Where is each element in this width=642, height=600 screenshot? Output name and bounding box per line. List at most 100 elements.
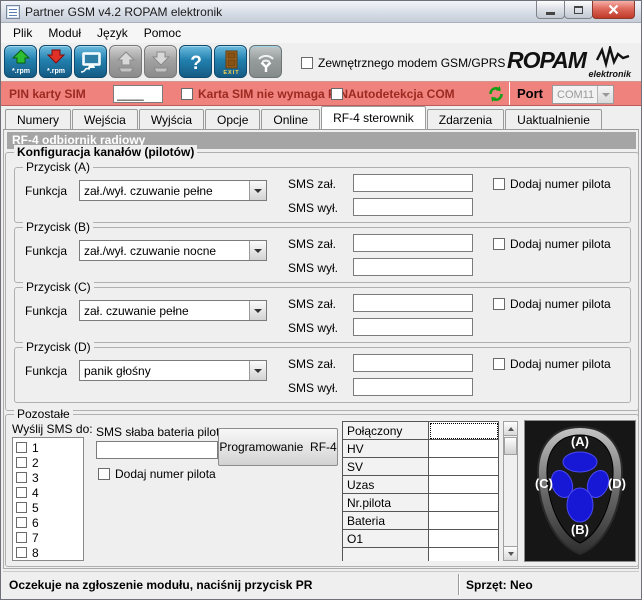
status-value[interactable] (429, 440, 499, 458)
checkbox-box (16, 547, 27, 558)
send-sms-label: Wyślij SMS do: (12, 422, 93, 436)
wifi-button[interactable] (249, 45, 282, 78)
sms-on-label: SMS zał. (288, 177, 336, 191)
sms-on-input-a[interactable] (353, 174, 473, 192)
status-value[interactable] (429, 422, 499, 440)
funkcja-select-d[interactable]: panik głośny (79, 360, 267, 381)
checkbox-box (16, 487, 27, 498)
tab-online[interactable]: Online (261, 109, 320, 130)
port-value: COM11 (557, 89, 594, 101)
sms-on-input-c[interactable] (353, 294, 473, 312)
status-value[interactable] (429, 530, 499, 548)
exit-button[interactable]: EXIT (214, 45, 247, 78)
title-bar[interactable]: Partner GSM v4.2 ROPAM elektronik (1, 1, 641, 23)
tab-wyjscia[interactable]: Wyjścia (139, 109, 204, 130)
sms-on-input-d[interactable] (353, 354, 473, 372)
checkbox-box (16, 517, 27, 528)
maximize-button[interactable] (564, 1, 593, 19)
divider (458, 574, 459, 595)
menu-jezyk[interactable]: Język (89, 24, 136, 42)
tab-opcje[interactable]: Opcje (205, 109, 260, 130)
svg-text:?: ? (190, 53, 202, 74)
sms-number-label: 6 (32, 516, 39, 530)
remote-button-b (567, 488, 593, 522)
menu-modul[interactable]: Moduł (40, 24, 89, 42)
minimize-button[interactable] (536, 1, 565, 19)
tab-wejscia[interactable]: Wejścia (72, 109, 138, 130)
svg-text:*.rpm: *.rpm (12, 68, 30, 75)
status-value[interactable] (429, 458, 499, 476)
sms-on-input-b[interactable] (353, 234, 473, 252)
sms-off-input-d[interactable] (353, 378, 473, 396)
bottom-group-title: Pozostałe (14, 407, 73, 421)
sms-number-1-checkbox[interactable]: 1 (16, 440, 83, 455)
tab-rf4-sterownik[interactable]: RF-4 sterownik (321, 106, 426, 130)
open-rpm-button[interactable]: *.rpm (4, 45, 37, 78)
save-rpm-button[interactable]: *.rpm (39, 45, 72, 78)
funkcja-select-a[interactable]: zał./wył. czuwanie pełne (79, 180, 267, 201)
add-pilot-label: Dodaj numer pilota (510, 297, 611, 311)
sms-off-input-a[interactable] (353, 198, 473, 216)
ropam-logo-image: ROPAM elektronik (505, 46, 633, 79)
scrollbar-thumb[interactable] (504, 437, 517, 455)
add-pilot-checkbox-c[interactable]: Dodaj numer pilota (493, 297, 611, 311)
scroll-up-button[interactable] (504, 422, 517, 436)
upload-arrow-icon (113, 49, 139, 75)
add-pilot-checkbox-d[interactable]: Dodaj numer pilota (493, 357, 611, 371)
tab-zdarzenia[interactable]: Zdarzenia (427, 109, 504, 130)
menu-plik[interactable]: Plik (5, 24, 40, 42)
checkbox-box (181, 88, 193, 100)
sms-off-input-b[interactable] (353, 258, 473, 276)
sms-number-label: 7 (32, 531, 39, 545)
sms-number-4-checkbox[interactable]: 4 (16, 485, 83, 500)
status-value[interactable] (429, 512, 499, 530)
funkcja-select-c[interactable]: zał. czuwanie pełne (79, 300, 267, 321)
sms-number-7-checkbox[interactable]: 7 (16, 530, 83, 545)
pin-bar: PIN karty SIM Karta SIM nie wymaga PIN A… (1, 81, 641, 106)
autodetect-label: Autodetekcja COM (348, 87, 455, 101)
close-button[interactable] (592, 1, 635, 19)
status-value[interactable] (429, 476, 499, 494)
table-row: Połączony (343, 422, 499, 440)
connect-module-button[interactable] (74, 45, 107, 78)
sms-number-2-checkbox[interactable]: 2 (16, 455, 83, 470)
sms-off-label: SMS wył. (288, 201, 338, 215)
no-pin-checkbox[interactable]: Karta SIM nie wymaga PIN (181, 87, 348, 101)
add-pilot-label: Dodaj numer pilota (115, 467, 216, 481)
checkbox-box (493, 238, 505, 250)
status-message: Oczekuje na zgłoszenie modułu, naciśnij … (9, 578, 312, 592)
help-button[interactable]: ? (179, 45, 212, 78)
sms-number-8-checkbox[interactable]: 8 (16, 545, 83, 560)
table-row: O1 (343, 530, 499, 548)
add-pilot-checkbox-battery[interactable]: Dodaj numer pilota (98, 467, 216, 481)
tab-uaktualnienie[interactable]: Uaktualnienie (505, 109, 602, 130)
status-label: Bateria (343, 512, 429, 530)
scroll-down-button[interactable] (504, 546, 517, 560)
window-title: Partner GSM v4.2 ROPAM elektronik (25, 5, 222, 19)
add-pilot-checkbox-b[interactable]: Dodaj numer pilota (493, 237, 611, 251)
refresh-ports-button[interactable] (487, 85, 505, 103)
pin-input[interactable] (113, 85, 163, 103)
port-select[interactable]: COM11 (552, 85, 614, 104)
external-modem-checkbox[interactable]: Zewnętrznego modem GSM/GPRS (301, 56, 505, 70)
sms-off-input-c[interactable] (353, 318, 473, 336)
external-modem-label: Zewnętrznego modem GSM/GPRS (318, 56, 505, 70)
tab-numery[interactable]: Numery (5, 109, 71, 130)
sms-number-3-checkbox[interactable]: 3 (16, 470, 83, 485)
add-pilot-checkbox-a[interactable]: Dodaj numer pilota (493, 177, 611, 191)
program-rf4-button[interactable]: Programowanie RF-4 (218, 428, 338, 466)
table-row: Uzas (343, 476, 499, 494)
svg-text:ROPAM: ROPAM (507, 47, 588, 73)
menu-pomoc[interactable]: Pomoc (136, 24, 189, 42)
sms-number-label: 4 (32, 486, 39, 500)
autodetect-com-checkbox[interactable]: Autodetekcja COM (331, 87, 455, 101)
funkcja-value-b: zał./wył. czuwanie nocne (84, 244, 216, 258)
sms-recipients-listbox[interactable]: 1 2 3 4 5 6 7 8 (12, 437, 84, 561)
status-value[interactable] (429, 494, 499, 512)
add-pilot-label: Dodaj numer pilota (510, 237, 611, 251)
sms-number-5-checkbox[interactable]: 5 (16, 500, 83, 515)
sms-number-6-checkbox[interactable]: 6 (16, 515, 83, 530)
low-battery-input[interactable] (96, 441, 218, 459)
status-table-scrollbar[interactable] (503, 421, 518, 561)
funkcja-select-b[interactable]: zał./wył. czuwanie nocne (79, 240, 267, 261)
